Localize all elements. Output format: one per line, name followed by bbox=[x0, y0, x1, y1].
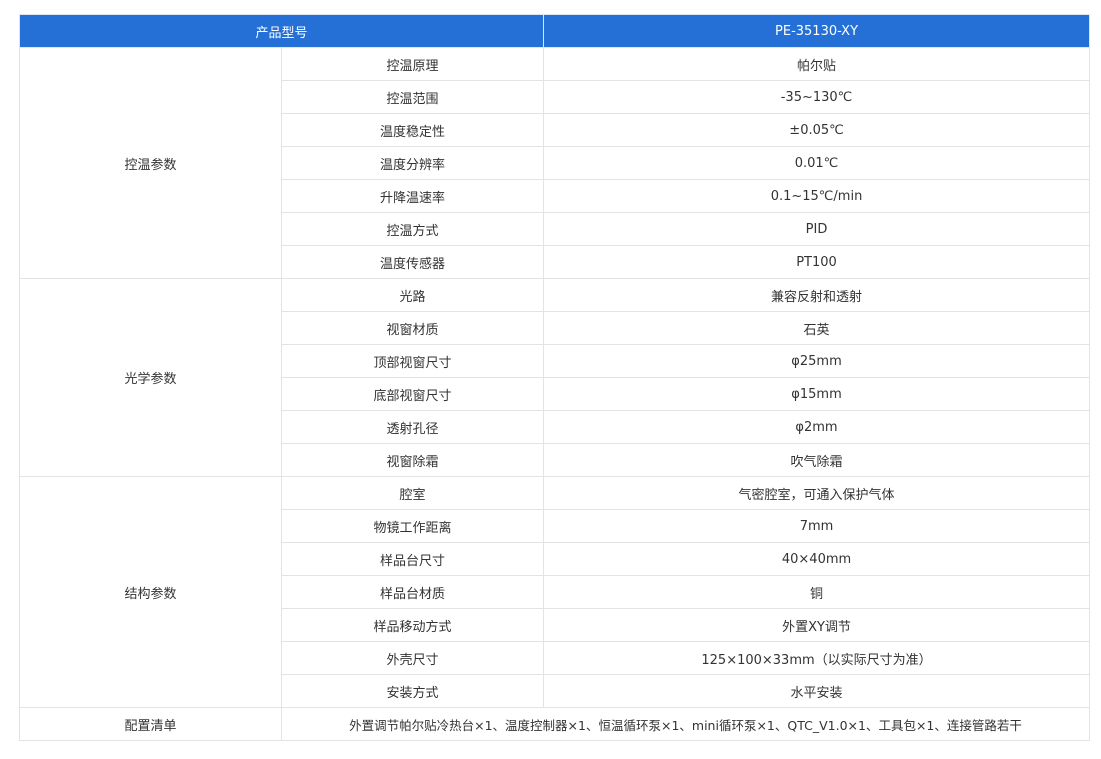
param-label: 控温原理 bbox=[280, 47, 545, 81]
param-value: PID bbox=[543, 212, 1091, 246]
param-value: 铜 bbox=[543, 575, 1091, 609]
param-value: 气密腔室，可通入保护气体 bbox=[543, 476, 1091, 510]
param-value: ±0.05℃ bbox=[543, 113, 1091, 147]
param-label: 样品台尺寸 bbox=[280, 542, 545, 576]
config-value: 外置调节帕尔贴冷热台×1、温度控制器×1、恒温循环泵×1、mini循环泵×1、Q… bbox=[280, 707, 1091, 741]
param-value: φ2mm bbox=[543, 410, 1091, 444]
table-row: 控温参数 控温原理 帕尔贴 bbox=[19, 47, 1091, 279]
param-label: 腔室 bbox=[280, 476, 545, 510]
param-label: 升降温速率 bbox=[280, 179, 545, 213]
product-model-value: PE-35130-XY bbox=[543, 14, 1091, 48]
param-value: φ15mm bbox=[543, 377, 1091, 411]
param-label: 透射孔径 bbox=[280, 410, 545, 444]
param-value: PT100 bbox=[543, 245, 1091, 279]
param-label: 控温范围 bbox=[280, 80, 545, 114]
param-label: 温度传感器 bbox=[280, 245, 545, 279]
param-label: 光路 bbox=[280, 278, 545, 312]
group-label-structure: 结构参数 bbox=[19, 476, 282, 708]
param-label: 顶部视窗尺寸 bbox=[280, 344, 545, 378]
param-label: 底部视窗尺寸 bbox=[280, 377, 545, 411]
param-label: 温度稳定性 bbox=[280, 113, 545, 147]
param-label: 视窗材质 bbox=[280, 311, 545, 345]
param-value: 水平安装 bbox=[543, 674, 1091, 708]
group-label-temperature-control: 控温参数 bbox=[19, 47, 282, 279]
param-value: φ25mm bbox=[543, 344, 1091, 378]
param-label: 视窗除霜 bbox=[280, 443, 545, 477]
spec-table: 产品型号 PE-35130-XY 控温参数 控温原理 帕尔贴 控温范围 -35~… bbox=[18, 14, 1091, 741]
param-value: 125×100×33mm（以实际尺寸为准） bbox=[543, 641, 1091, 675]
param-label: 物镜工作距离 bbox=[280, 509, 545, 543]
param-value: 帕尔贴 bbox=[543, 47, 1091, 81]
param-label: 外壳尺寸 bbox=[280, 641, 545, 675]
param-value: 0.1~15℃/min bbox=[543, 179, 1091, 213]
table-row: 光学参数 光路 兼容反射和透射 bbox=[19, 278, 1091, 477]
param-label: 控温方式 bbox=[280, 212, 545, 246]
table-row: 结构参数 腔室 气密腔室，可通入保护气体 bbox=[19, 476, 1091, 708]
table-body: 控温参数 控温原理 帕尔贴 控温范围 -35~130℃ 温度稳定性 ±0.05℃… bbox=[19, 47, 1091, 741]
param-value: 兼容反射和透射 bbox=[543, 278, 1091, 312]
param-value: 石英 bbox=[543, 311, 1091, 345]
config-row: 配置清单 外置调节帕尔贴冷热台×1、温度控制器×1、恒温循环泵×1、mini循环… bbox=[19, 707, 1091, 741]
table-header: 产品型号 PE-35130-XY bbox=[18, 14, 1091, 48]
header-row: 产品型号 PE-35130-XY bbox=[18, 14, 1091, 48]
param-value: -35~130℃ bbox=[543, 80, 1091, 114]
param-label: 样品台材质 bbox=[280, 575, 545, 609]
product-model-label: 产品型号 bbox=[18, 14, 545, 48]
group-label-optical: 光学参数 bbox=[19, 278, 282, 477]
param-label: 样品移动方式 bbox=[280, 608, 545, 642]
param-value: 7mm bbox=[543, 509, 1091, 543]
param-value: 吹气除霜 bbox=[543, 443, 1091, 477]
param-label: 温度分辨率 bbox=[280, 146, 545, 180]
param-value: 外置XY调节 bbox=[543, 608, 1091, 642]
param-value: 40×40mm bbox=[543, 542, 1091, 576]
param-value: 0.01℃ bbox=[543, 146, 1091, 180]
config-label: 配置清单 bbox=[19, 707, 282, 741]
param-label: 安装方式 bbox=[280, 674, 545, 708]
